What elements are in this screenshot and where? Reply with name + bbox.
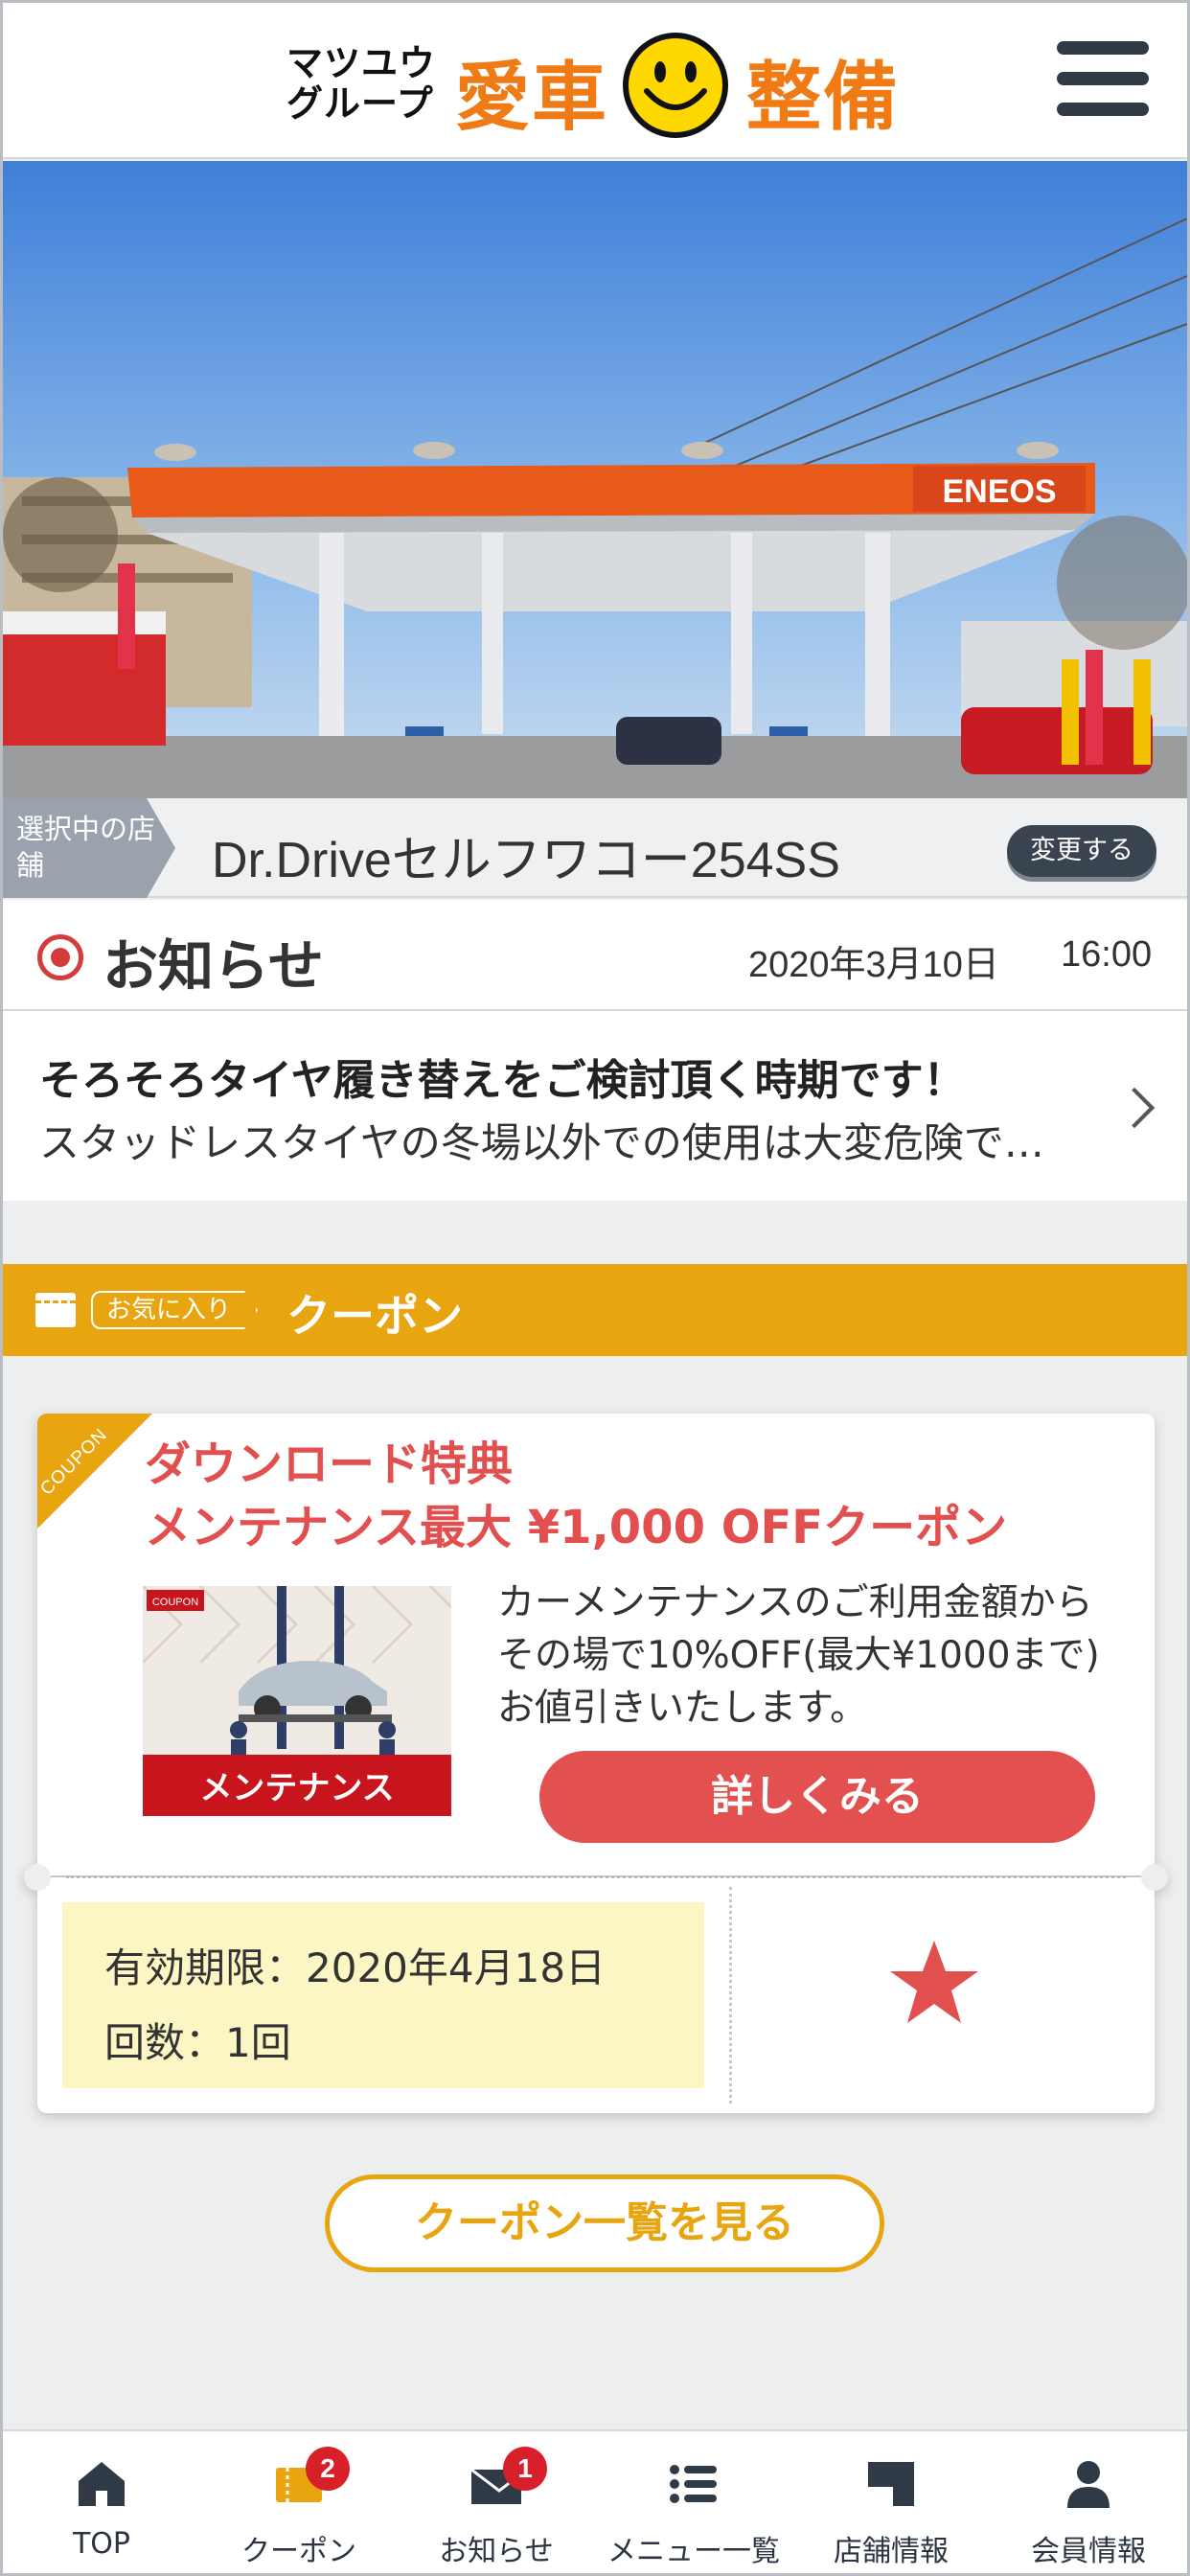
store-icon	[868, 2462, 914, 2506]
news-time: 16:00	[1061, 934, 1153, 975]
news-date: 2020年3月10日	[748, 945, 999, 985]
brand-logo[interactable]: マツユウグループ 愛車 整備	[286, 26, 909, 141]
tab-top[interactable]: TOP	[3, 2431, 200, 2575]
list-icon	[670, 2465, 717, 2503]
maintenance-image: COUPON メンテナンス	[143, 1586, 451, 1816]
tab-member-info[interactable]: 会員情報	[990, 2431, 1187, 2575]
image-ribbon-text: COUPON	[152, 1597, 198, 1608]
logo-word-seibi: 整備	[746, 55, 901, 141]
tab-store-info[interactable]: 店舗情報	[792, 2431, 990, 2575]
coupon-card[interactable]: 有効期限：2020年4月18日 回数：1回 COUPON ダウンロード特典 メン…	[24, 1414, 1168, 2113]
image-caption: メンテナンス	[199, 1769, 394, 1807]
news-item-body: スタッドレスタイヤの冬場以外での使用は大変危険で…	[39, 1119, 1044, 1166]
coupon-title: ダウンロード特典 メンテナンス最大 ¥1,000 OFFクーポン	[145, 1433, 1007, 1559]
eneos-sign-text: ENEOS	[942, 473, 1056, 510]
tab-label: クーポン	[241, 2535, 356, 2568]
coupon-badge: 2	[306, 2447, 350, 2491]
tab-coupon[interactable]: 2 クーポン	[200, 2431, 398, 2575]
coupon-description: カーメンテナンスのご利用金額からその場で10%OFF(最大¥1000まで)お値引…	[497, 1581, 1100, 1730]
app-header: マツユウグループ 愛車 整備	[3, 3, 1187, 159]
ticket-notch-left	[24, 1864, 51, 1891]
tab-label: 店舗情報	[834, 2535, 949, 2568]
selected-store-tag: 選択中の店舗	[3, 798, 175, 898]
coupon-section-header: お気に入り クーポン	[3, 1264, 1187, 1356]
tab-label: TOP	[72, 2527, 131, 2561]
coupon-expiry: 有効期限：2020年4月18日	[104, 1944, 606, 1991]
smiley-icon	[623, 33, 728, 138]
view-coupon-list-button[interactable]: クーポン一覧を見る	[325, 2174, 884, 2272]
coupon-title-line2: メンテナンス最大 ¥1,000 OFFクーポン	[145, 1501, 1008, 1554]
person-icon	[1067, 2461, 1110, 2508]
logo-word-aisha: 愛車	[455, 55, 609, 141]
bottom-tab-bar: TOP 2 クーポン 1 お知らせ メニュー一覧 店舗情報 会員情報	[3, 2429, 1187, 2573]
tab-news[interactable]: 1 お知らせ	[398, 2431, 595, 2575]
coupon-ribbon-text: COUPON	[37, 1424, 112, 1500]
tab-menu-list[interactable]: メニュー一覧	[595, 2431, 792, 2575]
ticket-notch-right	[1141, 1864, 1168, 1891]
change-store-button[interactable]: 変更する	[1007, 825, 1156, 877]
favorite-tag: お気に入り	[91, 1291, 258, 1329]
tab-label: メニュー一覧	[607, 2535, 780, 2568]
selected-store-bar: 選択中の店舗 Dr.Driveセルフワコー254SS 変更する	[3, 798, 1187, 898]
news-badge: 1	[503, 2447, 547, 2491]
favorite-star-icon[interactable]	[886, 1935, 982, 2031]
store-hero-image: ENEOS	[3, 161, 1187, 798]
coupon-validity-box: 有効期限：2020年4月18日 回数：1回	[62, 1902, 704, 2088]
news-list-item[interactable]: そろそろタイヤ履き替えをご検討頂く時期です！ スタッドレスタイヤの冬場以外での使…	[3, 1011, 1187, 1201]
coupon-corner-ribbon: COUPON	[37, 1414, 152, 1529]
news-section-title: お知らせ	[103, 933, 324, 999]
coupon-title-line1: ダウンロード特典	[145, 1438, 514, 1491]
dotted-divider	[729, 1887, 732, 2104]
tab-label: 会員情報	[1031, 2535, 1146, 2568]
coupon-card-bottom: 有効期限：2020年4月18日 回数：1回	[37, 1877, 1155, 2113]
logo-group-text: マツユウグループ	[286, 42, 437, 125]
coupon-use-count: 回数：1回	[104, 2019, 291, 2066]
chevron-right-icon	[1113, 1087, 1156, 1129]
hamburger-menu-icon[interactable]	[1057, 41, 1149, 124]
bullet-target-icon	[37, 934, 83, 980]
news-item-title: そろそろタイヤ履き替えをご検討頂く時期です！	[39, 1056, 966, 1105]
home-icon	[79, 2462, 125, 2506]
news-header: お知らせ 2020年3月10日 16:00	[3, 900, 1187, 1011]
store-name: Dr.Driveセルフワコー254SS	[212, 833, 840, 888]
coupon-detail-button[interactable]: 詳しくみる	[539, 1751, 1095, 1843]
ticket-icon	[35, 1293, 76, 1327]
perforation-line	[66, 1875, 1126, 1878]
tab-label: お知らせ	[439, 2535, 554, 2568]
coupon-section-title: クーポン	[286, 1290, 463, 1342]
